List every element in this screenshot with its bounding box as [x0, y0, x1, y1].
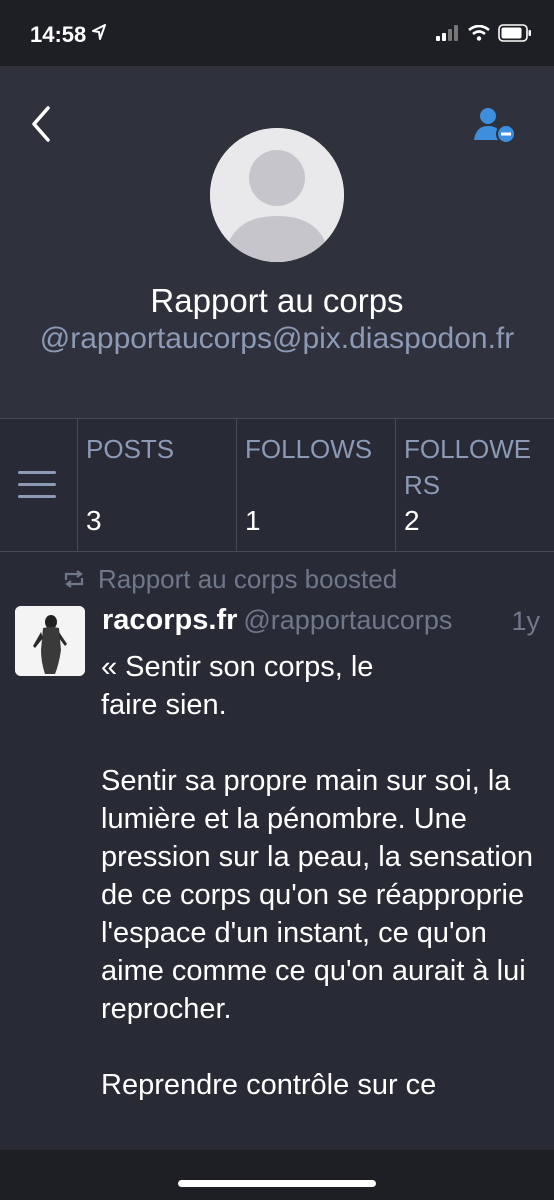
- profile-display-name: Rapport au corps: [150, 282, 404, 319]
- signal-icon: [436, 25, 460, 46]
- stat-follows[interactable]: FOLLOWS 1: [236, 419, 395, 551]
- stats-row: POSTS 3 FOLLOWS 1 FOLLOWERS 2: [0, 418, 554, 552]
- back-button[interactable]: [22, 102, 62, 146]
- stat-followers-value: 2: [404, 505, 420, 536]
- post-content[interactable]: « Sentir son corps, le faire sien. Senti…: [101, 648, 546, 1142]
- menu-button[interactable]: [0, 419, 77, 551]
- stat-follows-value: 1: [245, 505, 261, 536]
- boost-line: Rapport au corps boosted: [62, 564, 397, 595]
- unfollow-button[interactable]: [472, 104, 520, 148]
- chevron-left-icon: [22, 106, 62, 150]
- stat-followers[interactable]: FOLLOWERS 2: [395, 419, 554, 551]
- post-time: 1y: [511, 606, 540, 636]
- profile-handle: @rapportaucorps@pix.diaspodon.fr: [39, 322, 515, 355]
- post-header: racorps.fr @rapportaucorps 1y: [102, 604, 542, 640]
- status-bar: 14:58: [0, 0, 554, 66]
- post-author-name[interactable]: racorps.fr: [102, 604, 237, 636]
- profile-avatar: [210, 128, 344, 262]
- post-paragraph: « Sentir son corps, le faire sien.: [101, 651, 374, 721]
- post-paragraph: Sentir sa propre main sur soi, la lumièr…: [101, 765, 534, 1025]
- post-paragraph: Reprendre contrôle sur ce: [101, 1069, 437, 1101]
- stat-followers-label: FOLLOWERS: [404, 434, 532, 500]
- post-author-avatar[interactable]: [15, 606, 85, 676]
- wifi-icon: [468, 24, 490, 46]
- bottom-bar: [0, 1150, 554, 1200]
- stat-posts[interactable]: POSTS 3: [77, 419, 236, 551]
- boost-text: Rapport au corps boosted: [98, 564, 398, 594]
- battery-icon: [498, 24, 532, 47]
- status-time: 14:58: [30, 22, 87, 47]
- location-arrow-icon: [92, 24, 106, 45]
- unfollow-user-icon: [472, 108, 520, 152]
- stat-posts-value: 3: [86, 505, 102, 536]
- hamburger-menu-icon: [18, 469, 58, 506]
- post-author-acct[interactable]: @rapportaucorps: [243, 605, 452, 635]
- boost-icon: [62, 564, 86, 595]
- stat-follows-label: FOLLOWS: [245, 434, 373, 464]
- status-indicators: [436, 24, 532, 47]
- home-indicator[interactable]: [178, 1180, 376, 1187]
- stat-posts-label: POSTS: [86, 434, 175, 464]
